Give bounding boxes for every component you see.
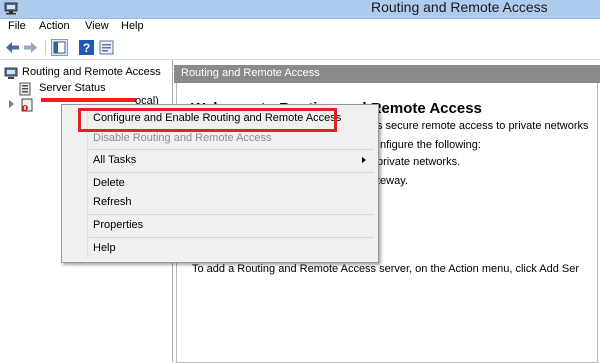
menu-action[interactable]: Action [38, 20, 71, 32]
menu-view[interactable]: View [84, 20, 110, 32]
redacted-server-name [41, 98, 136, 102]
menu-item-all-tasks[interactable]: All Tasks [93, 154, 136, 166]
results-pane-header: Routing and Remote Access [174, 65, 600, 83]
menu-file[interactable]: File [7, 20, 27, 32]
app-icon [4, 2, 18, 15]
menu-item-disable: Disable Routing and Remote Access [93, 132, 272, 144]
menu-help[interactable]: Help [120, 20, 145, 32]
tree-root[interactable]: Routing and Remote Access [2, 65, 172, 81]
forward-icon[interactable] [22, 39, 39, 56]
welcome-line: nfigure the following: [380, 139, 481, 151]
title-bar: Routing and Remote Access [0, 0, 600, 19]
menu-bar: File Action View Help [0, 19, 600, 36]
menu-separator [89, 214, 374, 215]
menu-item-help[interactable]: Help [93, 242, 116, 254]
menu-separator [89, 172, 374, 173]
server-status-icon [19, 82, 31, 96]
menu-item-properties[interactable]: Properties [93, 219, 143, 231]
computer-icon [4, 67, 18, 79]
highlight-annotation [78, 108, 337, 132]
toolbar: ? [0, 36, 600, 60]
results-pane-title: Routing and Remote Access [181, 67, 320, 79]
window-title: Routing and Remote Access [371, 0, 548, 15]
svg-text:?: ? [83, 41, 90, 55]
add-server-instruction: To add a Routing and Remote Access serve… [192, 263, 580, 275]
tree-item-label: Server Status [39, 82, 106, 94]
welcome-line: s secure remote access to private networ… [377, 120, 589, 132]
menu-separator [89, 149, 374, 150]
menu-item-refresh[interactable]: Refresh [93, 196, 132, 208]
server-icon [21, 98, 33, 112]
expand-arrow-icon[interactable] [9, 100, 14, 108]
welcome-line: teway. [377, 175, 408, 187]
tree-root-label: Routing and Remote Access [22, 66, 161, 78]
console-tree-icon[interactable] [51, 39, 68, 56]
submenu-arrow-icon [362, 157, 366, 163]
help-icon[interactable]: ? [78, 39, 95, 56]
back-icon[interactable] [4, 39, 21, 56]
properties-icon[interactable] [98, 39, 115, 56]
menu-item-delete[interactable]: Delete [93, 177, 125, 189]
toolbar-separator [45, 40, 46, 55]
welcome-line: private networks. [377, 156, 461, 168]
menu-separator [89, 237, 374, 238]
